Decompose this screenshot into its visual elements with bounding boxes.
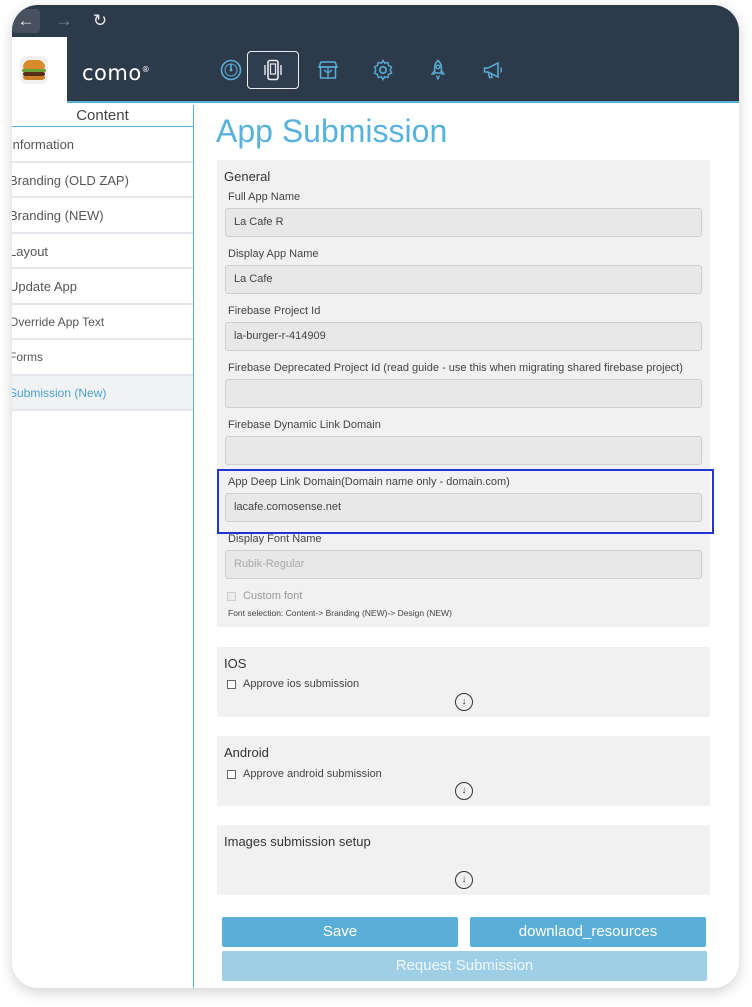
nav-settings[interactable] (357, 51, 409, 89)
mobile-app-icon (264, 59, 282, 81)
sidebar-item-branding-new[interactable]: Branding (NEW) (12, 198, 193, 234)
custom-font-option[interactable]: Custom font (227, 590, 302, 602)
circle-arrow-down-icon: ↓ (461, 874, 467, 885)
firebase-deprecated-id-input[interactable] (225, 379, 702, 408)
sidebar-item-information[interactable]: Information (12, 127, 193, 163)
reload-button[interactable]: ↻ (86, 9, 114, 33)
brand-text: como (82, 61, 142, 85)
custom-font-label: Custom font (243, 590, 303, 602)
sidebar-item-update-app[interactable]: Update App (12, 269, 193, 305)
forward-button[interactable]: → (50, 9, 78, 33)
content-sidebar: Content Information Branding (OLD ZAP) B… (12, 105, 194, 988)
custom-font-checkbox[interactable] (227, 591, 236, 601)
android-expand-button[interactable]: ↓ (455, 782, 473, 800)
nav-launch[interactable] (412, 51, 464, 89)
approve-android-option[interactable]: Approve android submission (227, 768, 382, 780)
firebase-project-id-input[interactable]: la-burger-r-414909 (225, 322, 702, 351)
arrow-left-icon: ← (17, 11, 35, 30)
reload-icon: ↻ (92, 11, 108, 30)
settings-gear-icon (373, 59, 393, 81)
ios-expand-button[interactable]: ↓ (455, 693, 473, 711)
full-app-name-label: Full App Name (228, 191, 301, 203)
general-panel: General Full App Name La Cafe R Display … (217, 160, 714, 627)
request-submission-button[interactable]: Request Submission (222, 951, 707, 981)
ios-title: IOS (224, 656, 247, 671)
back-button[interactable]: ← (12, 9, 40, 33)
images-title: Images submission setup (224, 834, 371, 849)
firebase-dynamic-link-label: Firebase Dynamic Link Domain (228, 419, 381, 431)
display-app-name-label: Display App Name (228, 248, 319, 260)
sidebar-item-layout[interactable]: Layout (12, 234, 193, 269)
device-frame: ← → ↻ como® Content Information Branding… (12, 5, 739, 988)
arrow-right-icon: → (55, 11, 73, 30)
app-logo[interactable] (12, 37, 67, 103)
circle-arrow-down-icon: ↓ (461, 696, 467, 707)
approve-android-checkbox[interactable] (227, 769, 236, 779)
firebase-project-id-label: Firebase Project Id (228, 305, 321, 317)
sidebar-item-forms[interactable]: Forms (12, 340, 193, 376)
megaphone-icon (483, 61, 503, 79)
display-font-name-label: Display Font Name (228, 533, 322, 545)
approve-android-label: Approve android submission (243, 768, 382, 780)
app-header: como® (12, 37, 739, 103)
android-panel: Android Approve android submission ↓ (217, 736, 710, 806)
dashboard-gauge-icon (220, 59, 242, 81)
save-button[interactable]: Save (222, 917, 458, 947)
page-title: App Submission (216, 113, 448, 149)
font-selection-hint: Font selection: Content-> Branding (NEW)… (228, 608, 452, 618)
images-panel: Images submission setup ↓ (217, 825, 710, 895)
sidebar-title: Content (12, 105, 193, 127)
display-app-name-input[interactable]: La Cafe (225, 265, 702, 294)
sidebar-item-submission[interactable]: Submission (New) (12, 375, 193, 411)
gift-store-icon (317, 61, 339, 79)
general-title: General (224, 169, 271, 184)
android-title: Android (224, 745, 269, 760)
firebase-dynamic-link-input[interactable] (225, 436, 702, 465)
deep-link-domain-input[interactable]: lacafe.comosense.net (225, 493, 702, 522)
burger-logo-icon (20, 56, 48, 84)
browser-toolbar: ← → ↻ (12, 5, 739, 37)
ios-panel: IOS Approve ios submission ↓ (217, 647, 710, 717)
rocket-icon (430, 59, 446, 81)
brand-logo[interactable]: como® (82, 61, 150, 85)
firebase-deprecated-id-label: Firebase Deprecated Project Id (read gui… (228, 362, 683, 374)
images-expand-button[interactable]: ↓ (455, 871, 473, 889)
nav-mobile-app[interactable] (247, 51, 299, 89)
approve-ios-label: Approve ios submission (243, 678, 360, 690)
download-resources-button[interactable]: downlaod_resources (470, 917, 706, 947)
full-app-name-input[interactable]: La Cafe R (225, 208, 702, 237)
deep-link-domain-label: App Deep Link Domain(Domain name only - … (228, 476, 510, 488)
approve-ios-option[interactable]: Approve ios submission (227, 678, 359, 690)
display-font-name-input[interactable]: Rubik-Regular (225, 550, 702, 579)
brand-mark: ® (141, 65, 151, 74)
approve-ios-checkbox[interactable] (227, 679, 236, 689)
circle-arrow-down-icon: ↓ (461, 785, 467, 796)
nav-campaigns[interactable] (467, 51, 519, 89)
nav-gift-store[interactable] (302, 51, 354, 89)
sidebar-item-branding-old[interactable]: Branding (OLD ZAP) (12, 163, 193, 198)
sidebar-item-override-text[interactable]: Override App Text (12, 305, 193, 340)
main-content: App Submission General Full App Name La … (195, 105, 739, 988)
